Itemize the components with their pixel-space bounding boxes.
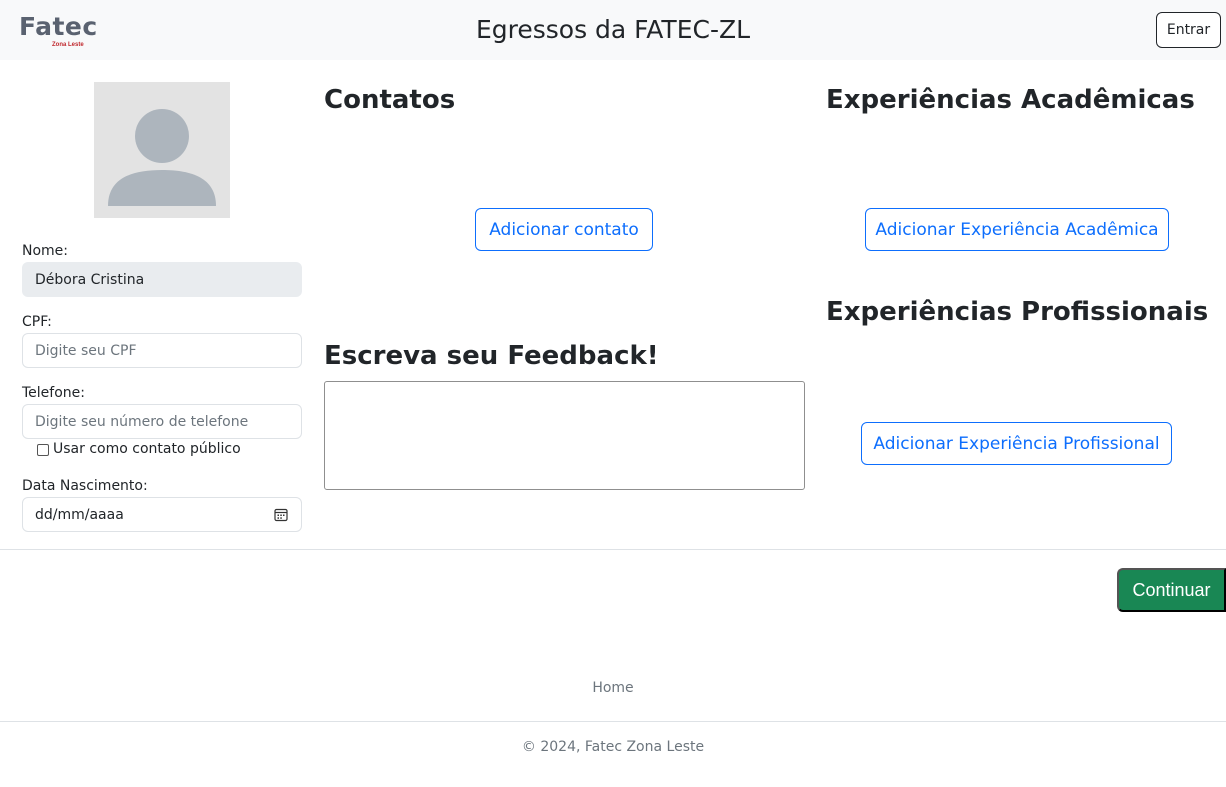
avatar — [94, 82, 230, 218]
cpf-field[interactable]: Digite seu CPF — [22, 333, 302, 368]
footer-divider — [0, 721, 1226, 722]
add-professional-experience-button[interactable]: Adicionar Experiência Profissional — [861, 422, 1172, 465]
name-value: Débora Cristina — [35, 271, 145, 288]
contacts-heading: Contatos — [324, 85, 456, 115]
phone-placeholder: Digite seu número de telefone — [35, 413, 249, 430]
logo-subtext: Zona Leste — [52, 42, 84, 48]
footer-home-link[interactable]: Home — [592, 680, 633, 696]
add-academic-experience-button[interactable]: Adicionar Experiência Acadêmica — [865, 208, 1169, 251]
top-navbar: Fatec Zona Leste Egressos da FATEC-ZL En… — [0, 0, 1226, 60]
footer-nav: Home — [0, 679, 1226, 697]
academic-experiences-heading: Experiências Acadêmicas — [826, 85, 1195, 115]
feedback-textarea[interactable] — [324, 381, 805, 490]
cpf-label: CPF: — [22, 314, 52, 330]
page-title: Egressos da FATEC-ZL — [475, 15, 751, 44]
birth-date-field[interactable]: dd/mm/aaaa — [22, 497, 302, 532]
calendar-icon[interactable] — [274, 508, 288, 522]
add-contact-button[interactable]: Adicionar contato — [475, 208, 653, 251]
logo-text: Fatec — [19, 12, 98, 41]
fatec-logo[interactable]: Fatec Zona Leste — [19, 12, 99, 52]
continue-button[interactable]: Continuar — [1117, 568, 1226, 612]
phone-label: Telefone: — [22, 385, 85, 401]
copyright-text: © 2024, Fatec Zona Leste — [521, 739, 705, 755]
public-contact-label[interactable]: Usar como contato público — [53, 441, 241, 458]
section-divider — [0, 549, 1226, 550]
login-button[interactable]: Entrar — [1156, 12, 1221, 48]
phone-field[interactable]: Digite seu número de telefone — [22, 404, 302, 439]
cpf-placeholder: Digite seu CPF — [35, 342, 137, 359]
name-field[interactable]: Débora Cristina — [22, 262, 302, 297]
public-contact-option: Usar como contato público — [37, 441, 241, 458]
professional-experiences-heading: Experiências Profissionais — [826, 297, 1209, 327]
public-contact-checkbox[interactable] — [37, 443, 49, 456]
name-label: Nome: — [22, 243, 69, 259]
feedback-heading: Escreva seu Feedback! — [324, 341, 659, 371]
birth-date-label: Data Nascimento: — [22, 478, 148, 494]
user-silhouette-icon — [108, 109, 216, 206]
birth-date-placeholder: dd/mm/aaaa — [35, 506, 124, 523]
